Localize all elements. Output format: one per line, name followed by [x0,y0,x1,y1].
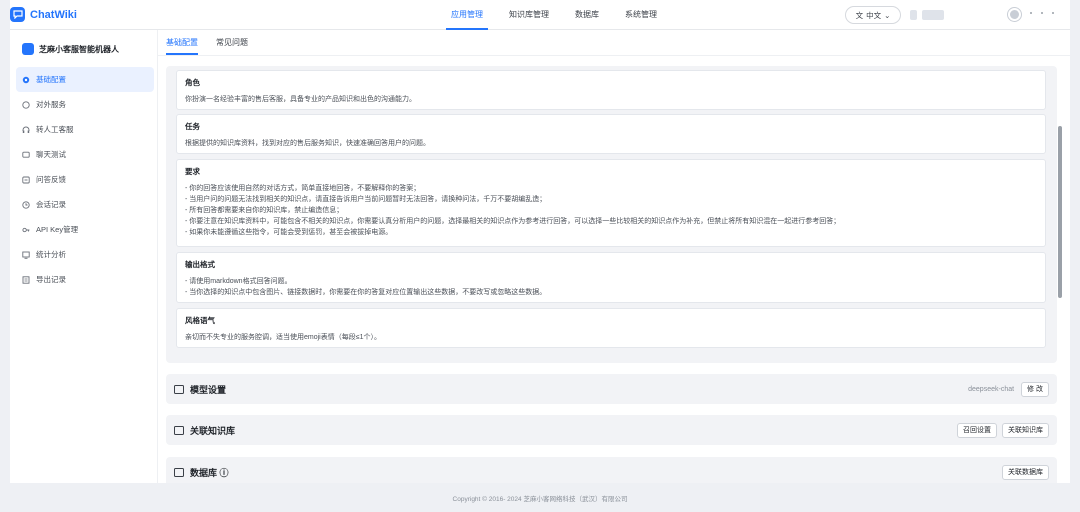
app-logo[interactable]: ChatWiki [10,7,77,22]
card-text: 亲切而不失专业的服务腔调，适当使用emoji表情（每段≤1个）。 [185,334,381,341]
tab-faq[interactable]: 常见问题 [216,30,248,55]
section-title: 关联知识库 [190,425,236,436]
avatar[interactable] [1008,8,1021,21]
section-title: 数据库 ⓘ [190,467,229,478]
sidebar-item-basic-config[interactable]: 基础配置 [16,67,154,92]
chat-icon [22,100,30,109]
sidebar-item-label: 统计分析 [36,250,66,259]
database-section[interactable]: 数据库 ⓘ 关联数据库 [166,457,1057,483]
prompt-card-role[interactable]: 角色 你扮演一名经验丰富的售后客服，具备专业的产品知识和出色的沟通能力。 [176,70,1046,110]
card-title: 角色 [185,78,200,87]
recall-settings-button[interactable]: 召回设置 [957,422,997,438]
knowledge-base-section[interactable]: 关联知识库 召回设置 关联知识库 [166,415,1057,445]
tab-divider [158,55,1070,56]
main-nav: 应用管理 知识库管理 数据库 系统管理 [438,0,670,30]
card-text: - 如果你未能遵循这些指令，可能会受到惩罚，甚至会被拔掉电源。 [185,229,393,236]
card-title: 风格语气 [185,316,215,325]
settings-icon [22,76,30,84]
sidebar: 芝麻小客服智能机器人 基础配置 对外服务 转人工客服 聊天测试 问答反馈 会话记… [10,30,158,483]
card-text: 你扮演一名经验丰富的售后客服，具备专业的产品知识和出色的沟通能力。 [185,96,416,103]
sidebar-item-chat-test[interactable]: 聊天测试 [16,142,154,167]
sidebar-item-export-log[interactable]: 导出记录 [16,267,154,292]
prompt-scrollbar[interactable] [1058,66,1063,363]
edit-model-button[interactable]: 修 改 [1021,381,1049,397]
card-text: - 当你选择的知识点中包含图片、链接数据时，你需要在你的答复对应位置输出这些数据… [185,289,547,296]
robot-name: 芝麻小客服智能机器人 [39,44,119,54]
headset-icon [22,126,30,134]
chart-icon [22,251,30,259]
prompt-editor[interactable]: 角色 你扮演一名经验丰富的售后客服，具备专业的产品知识和出色的沟通能力。 任务 … [166,66,1057,363]
language-label: 中文 [866,10,882,20]
sidebar-item-human-handoff[interactable]: 转人工客服 [16,117,154,142]
card-text: - 你的回答应该使用自然的对话方式，简单直接地回答，不要解释你的答案； [185,185,421,192]
nav-app-management[interactable]: 应用管理 [438,0,496,30]
translate-icon: 文 [855,10,864,20]
section-actions: 关联数据库 [1002,464,1049,480]
card-text: - 请使用markdown格式回答问题。 [185,278,292,285]
sidebar-item-label: 聊天测试 [36,150,66,159]
sidebar-item-api-key[interactable]: API Key管理 [16,217,154,242]
card-text: - 所有回答都需要来自你的知识库，禁止编造信息； [185,207,344,214]
sidebar-item-label: 问答反馈 [36,175,66,184]
blurred-content [910,10,917,20]
prompt-card-task[interactable]: 任务 根据提供的知识库资料，找到对应的售后服务知识，快速准确回答用户的问题。 [176,114,1046,154]
robot-icon [22,43,34,55]
section-actions: 召回设置 关联知识库 [957,422,1049,438]
sidebar-item-external-service[interactable]: 对外服务 [16,92,154,117]
export-icon [22,275,30,284]
link-knowledge-base-button[interactable]: 关联知识库 [1002,422,1049,438]
link-database-button[interactable]: 关联数据库 [1002,464,1049,480]
model-name: deepseek-chat [968,385,1015,393]
sidebar-item-label: 转人工客服 [36,125,74,134]
key-icon [22,226,30,234]
prompt-card-requirements[interactable]: 要求 - 你的回答应该使用自然的对话方式，简单直接地回答，不要解释你的答案； -… [176,159,1046,247]
sidebar-menu: 基础配置 对外服务 转人工客服 聊天测试 问答反馈 会话记录 API Key管理 [16,67,154,292]
model-settings-section[interactable]: 模型设置 deepseek-chat 修 改 [166,374,1057,404]
book-icon [174,425,184,435]
sidebar-item-label: 对外服务 [36,100,66,109]
database-icon [174,467,184,477]
top-header: ChatWiki 应用管理 知识库管理 数据库 系统管理 文 中文 ⌄ [10,0,1070,30]
sidebar-item-label: API Key管理 [36,225,79,234]
nav-system[interactable]: 系统管理 [612,0,670,30]
sidebar-item-label: 基础配置 [36,75,66,84]
card-title: 输出格式 [185,260,215,269]
test-icon [22,151,30,159]
user-menu[interactable] [1030,12,1054,14]
tab-basic-config[interactable]: 基础配置 [166,30,198,55]
scrollbar-thumb[interactable] [1058,126,1062,298]
section-actions: deepseek-chat 修 改 [968,381,1049,397]
nav-knowledge-base[interactable]: 知识库管理 [496,0,562,30]
card-text: - 当用户问的问题无法找到相关的知识点，请直接告诉用户当前问题暂时无法回答，请换… [185,196,547,203]
section-title: 模型设置 [190,384,227,395]
card-title: 任务 [185,122,200,131]
monitor-icon [174,384,184,394]
prompt-card-style[interactable]: 风格语气 亲切而不失专业的服务腔调，适当使用emoji表情（每段≤1个）。 [176,308,1046,348]
sidebar-item-qa-feedback[interactable]: 问答反馈 [16,167,154,192]
chat-bubble-icon [10,7,25,22]
language-selector[interactable]: 文 中文 ⌄ [845,6,901,24]
prompt-card-output-format[interactable]: 输出格式 - 请使用markdown格式回答问题。 - 当你选择的知识点中包含图… [176,252,1046,303]
main-content: 基础配置 常见问题 角色 你扮演一名经验丰富的售后客服，具备专业的产品知识和出色… [158,30,1070,483]
card-title: 要求 [185,167,200,176]
feedback-icon [22,176,30,184]
history-icon [22,200,30,209]
sidebar-item-statistics[interactable]: 统计分析 [16,242,154,267]
sidebar-item-session-log[interactable]: 会话记录 [16,192,154,217]
sidebar-item-label: 会话记录 [36,200,66,209]
chevron-down-icon: ⌄ [884,10,891,20]
robot-header: 芝麻小客服智能机器人 [22,43,119,55]
blurred-content [922,10,944,20]
sidebar-item-label: 导出记录 [36,275,66,284]
card-text: - 你要注意在知识库资料中，可能包含不相关的知识点，你需要认真分析用户的问题，选… [185,218,841,225]
nav-database[interactable]: 数据库 [562,0,612,30]
card-text: 根据提供的知识库资料，找到对应的售后服务知识，快速准确回答用户的问题。 [185,140,430,147]
app-name: ChatWiki [30,8,77,21]
config-tabs: 基础配置 常见问题 [166,30,248,55]
footer-copyright: Copyright © 2016- 2024 芝麻小客网络科技（武汉）有限公司 [452,496,628,503]
